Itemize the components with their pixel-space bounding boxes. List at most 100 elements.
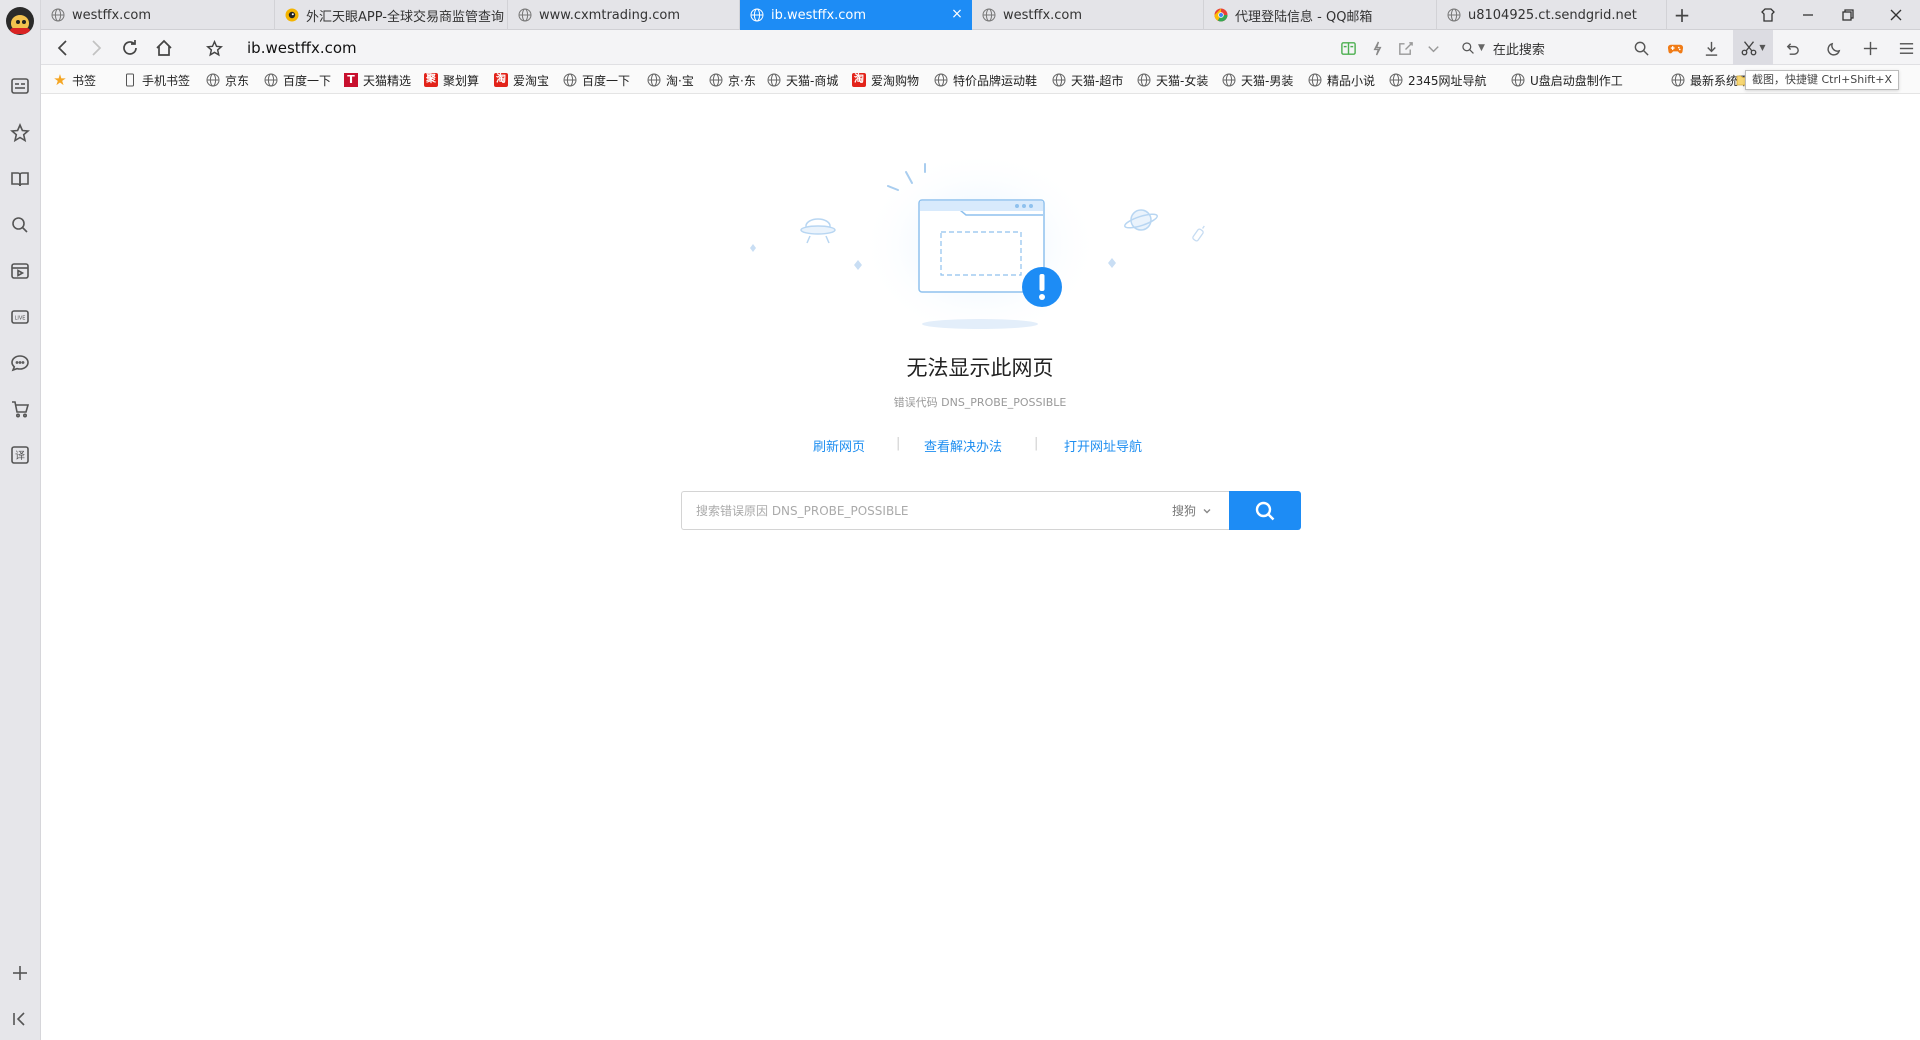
bookmark-item[interactable]: 淘 爱淘宝 <box>494 71 549 89</box>
search-engine-select[interactable]: 搜狗 <box>1172 502 1212 519</box>
bookmark-item[interactable]: 天猫-商城 <box>767 71 838 89</box>
globe-icon <box>518 8 532 22</box>
home-button[interactable] <box>151 35 177 61</box>
forward-button[interactable] <box>83 35 109 61</box>
bookmark-item[interactable]: 京·东 <box>709 71 756 89</box>
bookmark-item[interactable]: 京东 <box>206 71 249 89</box>
bookmark-item[interactable]: 天猫-男装 <box>1222 71 1293 89</box>
shopping-cart-icon[interactable] <box>8 397 32 421</box>
download-icon[interactable] <box>1700 37 1722 59</box>
speed-mode-icon[interactable] <box>1366 37 1388 59</box>
scissors-icon <box>1741 40 1757 55</box>
menu-icon[interactable] <box>1895 37 1917 59</box>
globe-icon <box>750 8 764 22</box>
reader-mode-icon[interactable] <box>1337 37 1359 59</box>
svg-text:LIVE: LIVE <box>15 316 26 322</box>
globe-icon <box>1671 73 1685 87</box>
tab-title: 代理登陆信息 - QQ邮箱 <box>1235 9 1373 25</box>
bookmarks-root[interactable]: ★ 书签 <box>53 71 96 89</box>
undo-close-icon[interactable] <box>1781 37 1803 59</box>
error-code: 错误代码 DNS_PROBE_POSSIBLE <box>893 396 1067 409</box>
error-action-links: 刷新网页 | 查看解决办法 | 打开网址导航 <box>760 436 1200 456</box>
view-solution-link[interactable]: 查看解决办法 <box>924 436 1002 455</box>
share-icon[interactable] <box>1394 37 1416 59</box>
tab-title: u8104925.ct.sendgrid.net <box>1468 7 1637 23</box>
error-search-input[interactable] <box>681 491 1230 530</box>
restore-button[interactable] <box>1829 0 1867 30</box>
screenshot-button[interactable]: ▼ <box>1733 30 1773 65</box>
chrome-style-icon <box>1214 8 1228 22</box>
bookmark-item[interactable]: 聚 聚划算 <box>424 71 479 89</box>
bookmarks-bar: ★ 书签 手机书签 京东 百度一下 T 天猫精选 聚 聚划算 淘 爱淘宝 百度一… <box>41 65 1920 94</box>
open-url-nav-link[interactable]: 打开网址导航 <box>1064 436 1142 455</box>
game-controller-icon[interactable] <box>1664 37 1686 59</box>
browser-logo-icon[interactable] <box>6 7 34 35</box>
video-icon[interactable] <box>8 259 32 283</box>
tab[interactable]: westffx.com <box>41 0 275 30</box>
link-separator: | <box>896 436 901 451</box>
live-icon[interactable]: LIVE <box>8 305 32 329</box>
chevron-down-icon <box>1203 508 1211 513</box>
new-tab-button[interactable]: + <box>1667 0 1697 30</box>
bookmark-item[interactable]: 淘·宝 <box>647 71 694 89</box>
bookmark-item[interactable]: 百度一下 <box>264 71 331 89</box>
close-tab-icon[interactable]: × <box>950 7 964 21</box>
tab[interactable]: 代理登陆信息 - QQ邮箱 <box>1204 0 1437 30</box>
tab[interactable]: u8104925.ct.sendgrid.net <box>1437 0 1667 30</box>
tab[interactable]: www.cxmtrading.com <box>508 0 740 30</box>
skin-icon[interactable] <box>1749 0 1787 30</box>
search-icon[interactable] <box>8 213 32 237</box>
address-bar[interactable]: ib.westffx.com <box>247 39 357 57</box>
book-icon[interactable] <box>8 167 32 191</box>
bookmark-item[interactable]: U盘启动盘制作工 <box>1511 71 1665 89</box>
tab-title: www.cxmtrading.com <box>539 7 681 23</box>
bookmark-star-icon[interactable] <box>201 35 227 61</box>
close-window-button[interactable] <box>1877 0 1915 30</box>
bookmark-item[interactable]: T 天猫精选 <box>344 71 411 89</box>
bookmark-item[interactable]: 天猫-超市 <box>1052 71 1123 89</box>
chevron-down-icon: ▼ <box>1759 43 1766 52</box>
link-separator: | <box>1034 436 1039 451</box>
bookmark-item[interactable]: 精品小说 <box>1308 71 1375 89</box>
night-mode-icon[interactable] <box>1823 37 1845 59</box>
bookmark-item[interactable]: 2345网址导航 <box>1389 71 1487 89</box>
fxeye-logo-icon <box>285 8 299 22</box>
favorites-star-icon[interactable] <box>8 121 32 145</box>
tab-title: ib.westffx.com <box>771 7 867 23</box>
error-title: 无法显示此网页 <box>906 356 1054 380</box>
reading-list-icon[interactable] <box>8 74 32 98</box>
tab[interactable]: 外汇天眼APP-全球交易商监管查询 <box>275 0 508 30</box>
tab-title: westffx.com <box>1003 7 1083 23</box>
bookmark-item[interactable]: 天猫-女装 <box>1137 71 1208 89</box>
globe-icon <box>264 73 278 87</box>
globe-icon <box>934 73 948 87</box>
back-button[interactable] <box>50 35 76 61</box>
globe-icon <box>1511 73 1525 87</box>
bookmark-item[interactable]: 百度一下 <box>563 71 630 89</box>
globe-icon <box>206 73 220 87</box>
chevron-down-icon[interactable] <box>1422 37 1444 59</box>
globe-icon <box>1137 73 1151 87</box>
add-sidebar-item-icon[interactable] <box>8 961 32 985</box>
search-go-icon[interactable] <box>1630 37 1652 59</box>
globe-icon <box>1308 73 1322 87</box>
reload-button[interactable] <box>117 35 143 61</box>
globe-icon <box>1052 73 1066 87</box>
tab[interactable]: westffx.com <box>972 0 1204 30</box>
extensions-plus-icon[interactable] <box>1859 37 1881 59</box>
refresh-page-link[interactable]: 刷新网页 <box>813 436 865 455</box>
tab-title: 外汇天眼APP-全球交易商监管查询 <box>306 9 504 25</box>
globe-icon <box>1222 73 1236 87</box>
taobao-icon: 淘 <box>494 73 508 87</box>
search-submit-button[interactable] <box>1229 491 1301 530</box>
bookmark-item[interactable]: 手机书签 <box>123 71 190 89</box>
bookmark-item[interactable]: 特价品牌运动鞋 <box>934 71 1037 89</box>
bookmark-item[interactable]: 淘 爱淘购物 <box>852 71 919 89</box>
tab-active[interactable]: ib.westffx.com × <box>740 0 972 30</box>
minimize-button[interactable] <box>1789 0 1827 30</box>
chat-icon[interactable] <box>8 351 32 375</box>
collapse-sidebar-icon[interactable] <box>8 1007 32 1031</box>
chevron-down-icon[interactable]: ▼ <box>1478 43 1485 53</box>
globe-icon <box>767 73 781 87</box>
translate-icon[interactable]: 译 <box>8 443 32 467</box>
